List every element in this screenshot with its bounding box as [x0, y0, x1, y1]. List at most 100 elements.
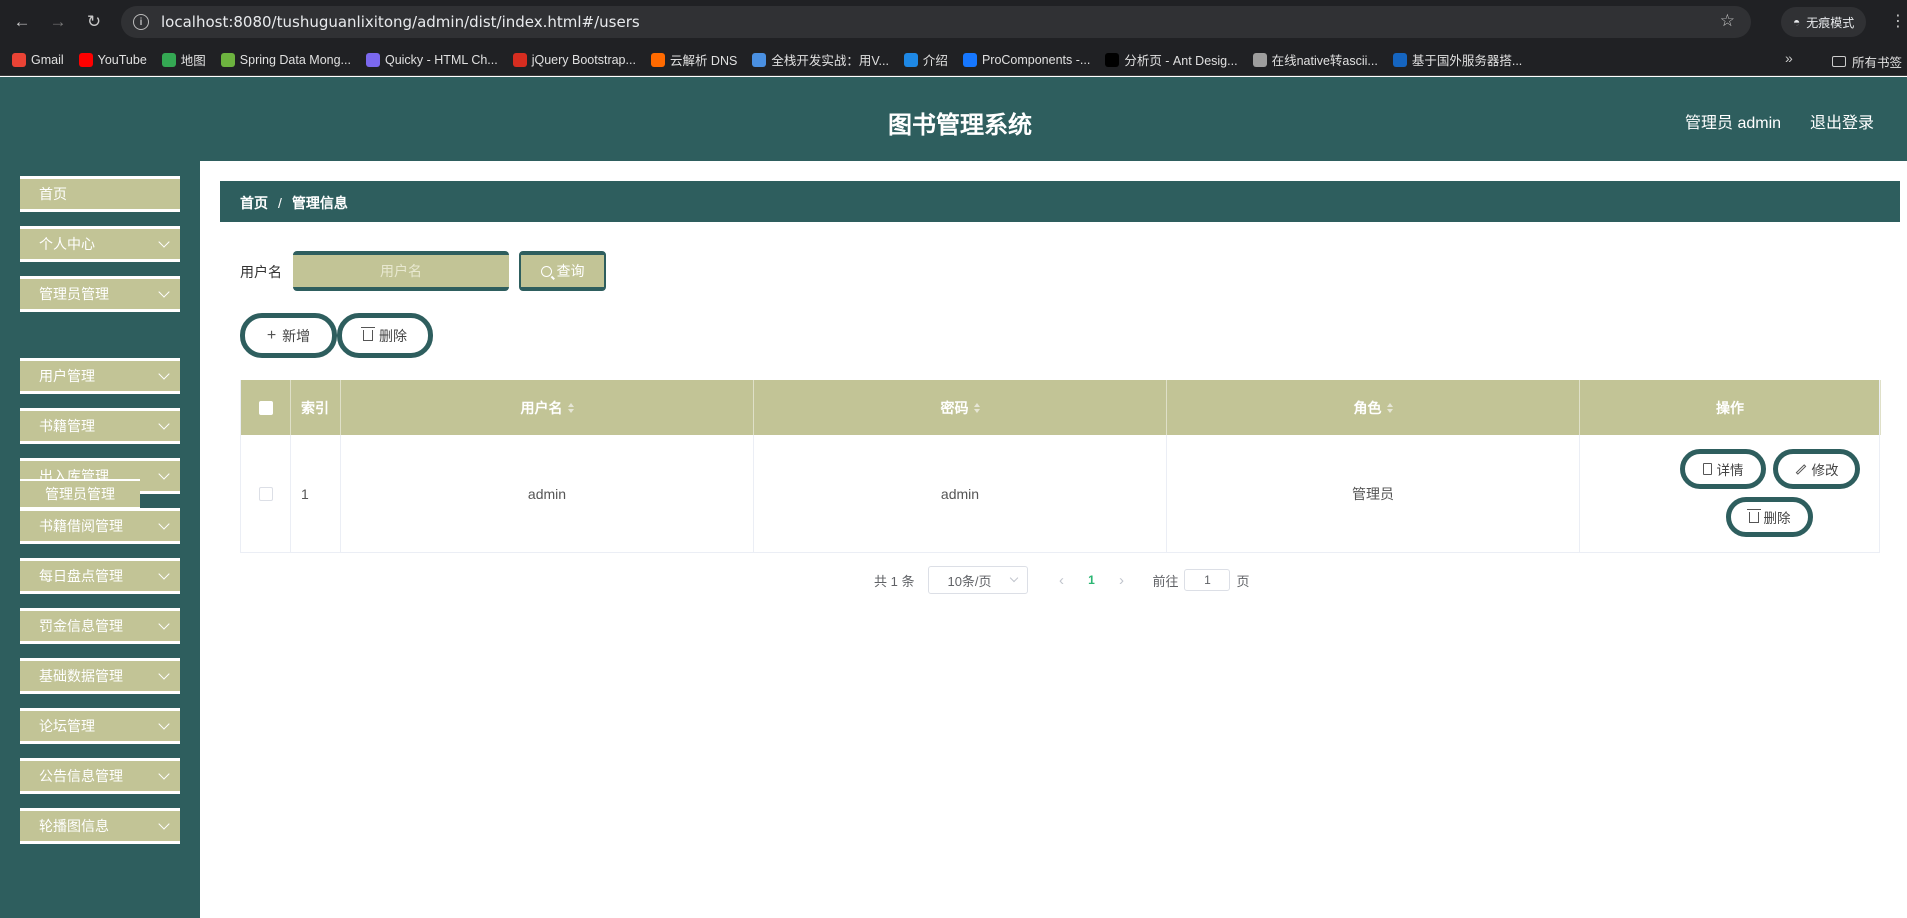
sidebar-item-label: 书籍管理 — [39, 418, 95, 434]
trash-icon — [1746, 508, 1761, 523]
bookmark-item[interactable]: 全栈开发实战：用V... — [752, 50, 889, 69]
edit-button[interactable]: 修改 — [1773, 449, 1860, 489]
sidebar-item[interactable]: 轮播图信息 — [20, 808, 180, 844]
prev-page-icon[interactable]: ‹ — [1046, 572, 1076, 589]
query-button[interactable]: 查询 — [519, 251, 606, 291]
next-page-icon[interactable]: › — [1106, 572, 1136, 589]
page-size-select[interactable]: 10条/页 — [928, 566, 1029, 594]
bookmark-favicon-icon — [512, 52, 527, 67]
all-bookmarks-label: 所有书签 — [1852, 56, 1903, 70]
incognito-icon: ◓ — [1793, 15, 1801, 29]
sidebar-item[interactable]: 公告信息管理 — [20, 758, 180, 794]
select-all-checkbox[interactable] — [258, 400, 273, 415]
menu-kebab-icon[interactable]: ⋮ — [1890, 11, 1906, 31]
sidebar-item[interactable]: 每日盘点管理 — [20, 558, 180, 594]
chevron-down-icon — [158, 768, 170, 780]
goto-prefix: 前往 — [1152, 573, 1179, 589]
bookmark-item[interactable]: 分析页 - Ant Desig... — [1105, 50, 1238, 69]
sidebar-item[interactable]: 书籍借阅管理 — [20, 508, 180, 544]
breadcrumb-home[interactable]: 首页 — [240, 193, 268, 213]
sidebar-item[interactable]: 罚金信息管理 — [20, 608, 180, 644]
search-input[interactable] — [293, 251, 509, 291]
page-number[interactable]: 1 — [1076, 573, 1106, 587]
sort-icon[interactable] — [567, 402, 574, 413]
sidebar-item-label: 轮播图信息 — [39, 818, 109, 834]
bookmark-item[interactable]: 基于国外服务器搭... — [1392, 50, 1523, 69]
row-select[interactable] — [241, 435, 291, 552]
bookmark-favicon-icon — [1392, 52, 1407, 67]
bookmark-favicon-icon — [365, 52, 380, 67]
app-header: 图书管理系统 管理员 admin 退出登录 — [0, 77, 1907, 161]
address-bar[interactable]: i localhost:8080/tushuguanlixitong/admin… — [121, 6, 1751, 38]
bookmark-item[interactable]: Quicky - HTML Ch... — [365, 52, 498, 67]
incognito-badge[interactable]: ◓ 无痕模式 — [1781, 7, 1867, 37]
goto-input[interactable] — [1184, 569, 1231, 591]
bookmark-item[interactable]: Spring Data Mong... — [220, 52, 351, 67]
sidebar-item-label: 用户管理 — [39, 368, 95, 384]
pagination: 共 1 条 10条/页 ‹ 1 › 前往 页 — [874, 565, 1250, 595]
breadcrumb-separator: / — [278, 195, 282, 211]
sidebar-item[interactable]: 基础数据管理 — [20, 658, 180, 694]
bookmark-item[interactable]: 云解析 DNS — [650, 50, 738, 69]
bookmark-label: Spring Data Mong... — [239, 52, 351, 67]
add-label: 新增 — [282, 327, 311, 344]
bookmark-item[interactable]: 在线native转ascii... — [1252, 50, 1378, 69]
sidebar-item[interactable]: 书籍管理 — [20, 408, 180, 444]
sidebar-item[interactable]: 用户管理 — [20, 358, 180, 394]
chevron-down-icon — [158, 618, 170, 630]
chevron-down-icon — [158, 718, 170, 730]
plus-icon: + — [266, 326, 277, 344]
row-delete-button[interactable]: 删除 — [1726, 497, 1813, 537]
cell-username: admin — [341, 435, 754, 552]
bookmark-item[interactable]: jQuery Bootstrap... — [512, 52, 636, 67]
sort-icon[interactable] — [973, 402, 980, 413]
header-password[interactable]: 密码 — [754, 380, 1167, 435]
row-delete-label: 删除 — [1763, 511, 1791, 526]
sidebar-item[interactable]: 论坛管理 — [20, 708, 180, 744]
total-count: 共 1 条 — [874, 573, 915, 589]
header-username-label: 用户名 — [520, 399, 563, 416]
bookmark-star-icon[interactable]: ☆ — [1720, 11, 1735, 31]
bookmark-label: 基于国外服务器搭... — [1411, 54, 1523, 68]
bookmark-favicon-icon — [220, 52, 235, 67]
bookmarks-overflow-icon[interactable]: » — [1785, 50, 1793, 66]
folder-icon — [1832, 56, 1846, 67]
bookmark-item[interactable]: 介绍 — [903, 50, 948, 69]
header-select-all[interactable] — [241, 380, 291, 435]
chevron-down-icon — [158, 368, 170, 380]
detail-button[interactable]: 详情 — [1680, 449, 1766, 489]
bookmark-label: ProComponents -... — [981, 52, 1091, 67]
breadcrumb-current: 管理信息 — [291, 195, 348, 211]
breadcrumb: 首页 / 管理信息 — [220, 181, 1900, 222]
sidebar-item[interactable]: 管理员管理 — [20, 276, 180, 312]
logout-button[interactable]: 退出登录 — [1810, 109, 1874, 133]
bookmark-item[interactable]: YouTube — [78, 52, 147, 67]
row-checkbox[interactable] — [258, 486, 273, 501]
bookmark-item[interactable]: 地图 — [161, 50, 206, 69]
add-button[interactable]: + 新增 — [240, 313, 337, 358]
submenu-item-admin[interactable]: 管理员管理 — [20, 479, 140, 509]
bookmark-label: jQuery Bootstrap... — [531, 52, 636, 67]
bookmark-favicon-icon — [903, 52, 918, 67]
site-info-icon[interactable]: i — [133, 14, 149, 30]
forward-icon[interactable]: → — [44, 8, 72, 36]
bookmark-label: YouTube — [97, 52, 147, 67]
back-icon[interactable]: ← — [8, 8, 36, 36]
delete-button[interactable]: 删除 — [337, 313, 433, 358]
header-index: 索引 — [291, 380, 341, 435]
chevron-down-icon — [158, 568, 170, 580]
reload-icon[interactable]: ↻ — [80, 8, 108, 36]
sidebar-item[interactable]: 首页 — [20, 176, 180, 212]
sidebar: 首页 个人中心 管理员管理 用户管理 书籍管理 出入库管理 书籍借阅管理 每日盘点管理 罚金信息… — [0, 161, 200, 918]
sidebar-item[interactable]: 个人中心 — [20, 226, 180, 262]
chevron-down-icon — [158, 818, 170, 830]
table-row: 1 admin admin 管理员 详情 修改 删除 — [241, 435, 1879, 553]
sort-icon[interactable] — [1386, 402, 1393, 413]
goto-page: 前往 页 — [1152, 569, 1250, 591]
all-bookmarks[interactable]: 所有书签 — [1832, 52, 1902, 71]
bookmark-item[interactable]: ProComponents -... — [962, 52, 1091, 67]
bookmark-item[interactable]: Gmail — [12, 52, 64, 67]
bookmark-label: 云解析 DNS — [669, 54, 738, 68]
header-role[interactable]: 角色 — [1167, 380, 1580, 435]
header-username[interactable]: 用户名 — [341, 380, 754, 435]
